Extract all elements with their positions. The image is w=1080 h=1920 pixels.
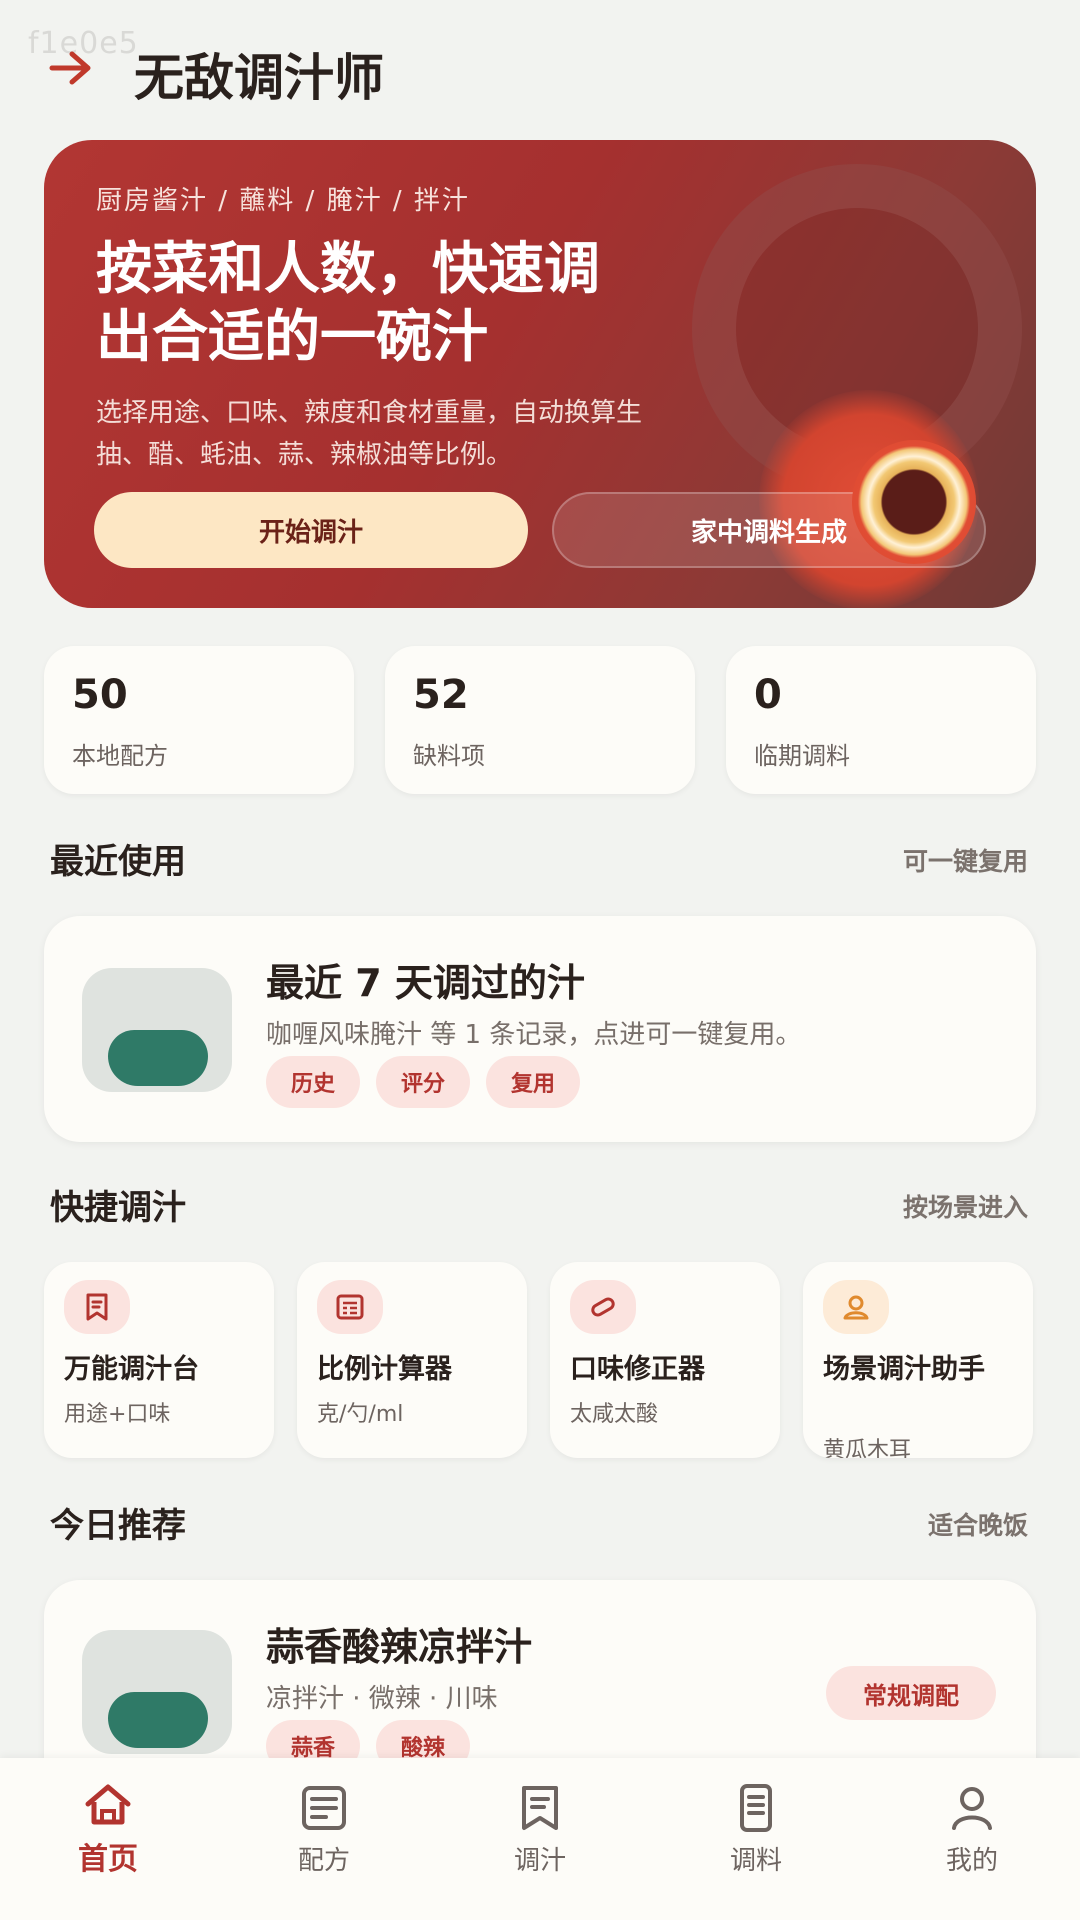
stat-value: 0	[754, 672, 782, 718]
header: 无敌调汁师	[0, 0, 1080, 130]
bowl-icon	[108, 1692, 208, 1748]
tool-scene-assistant[interactable]: 场景调汁助手 黄瓜木耳	[803, 1262, 1033, 1458]
nav-label: 调料	[729, 1846, 782, 1876]
tool-desc: 太咸太酸	[570, 1402, 659, 1427]
tool-name: 口味修正器	[570, 1354, 705, 1385]
recent-card-title: 最近 7 天调过的汁	[266, 961, 585, 1005]
tool-desc: 用途+口味	[64, 1402, 171, 1427]
nav-label: 首页	[78, 1842, 138, 1877]
hero-desc-line-2: 抽、醋、蚝油、蒜、辣椒油等比例。	[96, 440, 513, 470]
tool-taste-corrector[interactable]: 口味修正器 太咸太酸	[550, 1262, 780, 1458]
back-arrow-icon[interactable]	[48, 48, 94, 88]
capsule-icon	[570, 1280, 636, 1334]
nav-label: 调汁	[513, 1846, 566, 1876]
stat-label: 临期调料	[754, 742, 850, 770]
stat-missing-items[interactable]: 52 缺料项	[385, 646, 695, 794]
nav-label: 我的	[945, 1846, 998, 1876]
bookmark-icon	[64, 1280, 130, 1334]
tool-name: 比例计算器	[317, 1354, 452, 1385]
start-mixing-button[interactable]: 开始调汁	[94, 492, 528, 568]
tool-universal-mixer[interactable]: 万能调汁台 用途+口味	[44, 1262, 274, 1458]
tool-desc: 克/勺/ml	[317, 1402, 404, 1427]
recipe-badge: 常规调配	[826, 1666, 996, 1720]
tool-ratio-calculator[interactable]: 比例计算器 克/勺/ml	[297, 1262, 527, 1458]
recipe-thumbnail	[82, 1630, 232, 1754]
nav-seasonings[interactable]: 调料	[676, 1782, 836, 1892]
hero-description: 选择用途、口味、辣度和食材重量，自动换算生 抽、醋、蚝油、蒜、辣椒油等比例。	[96, 392, 816, 476]
tool-name: 场景调汁助手	[823, 1354, 985, 1385]
stat-label: 本地配方	[72, 742, 168, 770]
calculator-icon	[317, 1280, 383, 1334]
hero-title-line-1: 按菜和人数，快速调	[96, 237, 600, 302]
recent-card-subtitle: 咖喱风味腌汁 等 1 条记录，点进可一键复用。	[266, 1020, 802, 1050]
bookmark-icon	[522, 1786, 558, 1830]
list-icon	[740, 1784, 772, 1832]
recent-card[interactable]: 最近 7 天调过的汁 咖喱风味腌汁 等 1 条记录，点进可一键复用。 历史 评分…	[44, 916, 1036, 1142]
recent-section-link[interactable]: 可一键复用	[903, 842, 1028, 878]
user-icon	[823, 1280, 889, 1334]
nav-label: 配方	[297, 1846, 350, 1876]
hero-title-line-2: 出合适的一碗汁	[96, 305, 488, 370]
profile-icon	[952, 1787, 992, 1830]
nav-profile[interactable]: 我的	[892, 1782, 1052, 1892]
hero-tags: 厨房酱汁 / 蘸料 / 腌汁 / 拌汁	[96, 186, 470, 216]
recipe-title: 蒜香酸辣凉拌汁	[266, 1625, 533, 1669]
tool-name: 万能调汁台	[64, 1354, 199, 1385]
today-section-link[interactable]: 适合晚饭	[928, 1506, 1028, 1542]
nav-recipes[interactable]: 配方	[244, 1782, 404, 1892]
document-icon	[302, 1786, 346, 1830]
stat-expiring-seasonings[interactable]: 0 临期调料	[726, 646, 1036, 794]
chip-history[interactable]: 历史	[266, 1056, 360, 1108]
bottom-navigation: 首页 配方 调汁 调料 我的	[0, 1758, 1080, 1920]
stat-value: 52	[413, 672, 469, 718]
recent-section-title: 最近使用	[50, 842, 186, 882]
chip-reuse[interactable]: 复用	[486, 1056, 580, 1108]
recent-thumbnail	[82, 968, 232, 1092]
quick-section-title: 快捷调汁	[50, 1188, 186, 1228]
recipe-subtitle: 凉拌汁 · 微辣 · 川味	[266, 1684, 498, 1714]
stat-label: 缺料项	[413, 742, 485, 770]
hero-title: 按菜和人数，快速调 出合适的一碗汁	[96, 236, 736, 372]
home-icon	[85, 1784, 131, 1825]
stat-local-recipes[interactable]: 50 本地配方	[44, 646, 354, 794]
floating-sauce-bowl-icon[interactable]	[852, 440, 976, 564]
nav-home[interactable]: 首页	[28, 1782, 188, 1892]
quick-section-link[interactable]: 按场景进入	[903, 1188, 1028, 1224]
hero-desc-line-1: 选择用途、口味、辣度和食材重量，自动换算生	[96, 398, 643, 428]
stat-value: 50	[72, 672, 128, 718]
chip-rating[interactable]: 评分	[376, 1056, 470, 1108]
nav-mix[interactable]: 调汁	[460, 1782, 620, 1892]
tool-desc: 黄瓜木耳	[823, 1438, 912, 1458]
hero-banner: 厨房酱汁 / 蘸料 / 腌汁 / 拌汁 按菜和人数，快速调 出合适的一碗汁 选择…	[44, 140, 1036, 608]
bowl-icon	[108, 1030, 208, 1086]
app-title: 无敌调汁师	[134, 49, 384, 107]
today-section-title: 今日推荐	[50, 1506, 186, 1546]
